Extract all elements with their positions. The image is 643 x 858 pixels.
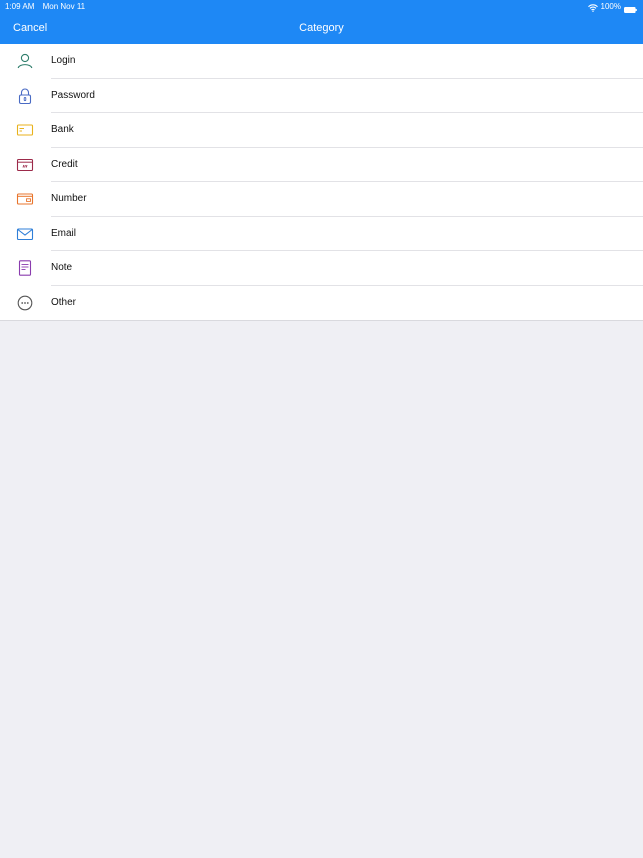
lock-icon	[16, 87, 34, 105]
battery-percent: 100%	[600, 2, 621, 11]
header: 1:09 AM Mon Nov 11 100% Cancel Category	[0, 0, 643, 44]
category-label: Other	[51, 296, 77, 308]
note-icon	[16, 259, 34, 277]
category-row-number[interactable]: Number	[0, 182, 643, 217]
status-date: Mon Nov 11	[42, 2, 86, 11]
bank-card-icon	[16, 121, 34, 139]
credit-card-icon	[16, 156, 34, 174]
status-right: 100%	[587, 0, 637, 13]
category-row-login[interactable]: Login	[0, 44, 643, 79]
person-icon	[16, 52, 34, 70]
category-label: Password	[51, 89, 95, 101]
wifi-icon	[587, 3, 598, 12]
category-label: Email	[51, 227, 77, 239]
category-row-password[interactable]: Password	[0, 79, 643, 113]
wallet-icon	[16, 190, 34, 208]
category-row-email[interactable]: Email	[0, 217, 643, 251]
category-row-bank[interactable]: Bank	[0, 113, 643, 148]
status-time: 1:09 AM	[5, 2, 35, 11]
category-row-other[interactable]: Other	[0, 286, 643, 321]
category-label: Credit	[51, 158, 78, 170]
category-label: Bank	[51, 124, 74, 135]
status-left: 1:09 AM Mon Nov 11	[5, 0, 85, 13]
nav-bar: Cancel Category	[0, 13, 643, 44]
status-bar: 1:09 AM Mon Nov 11 100%	[0, 0, 643, 13]
page-title: Category	[299, 22, 344, 34]
category-label: Login	[51, 55, 76, 66]
category-row-credit[interactable]: Credit	[0, 148, 643, 182]
battery-icon	[624, 4, 637, 13]
category-label: Number	[51, 193, 87, 204]
category-list: Login Password Bank Credit Number Email …	[0, 44, 643, 321]
envelope-icon	[16, 225, 34, 243]
category-row-note[interactable]: Note	[0, 251, 643, 286]
category-label: Note	[51, 262, 73, 273]
ellipsis-circle-icon	[16, 294, 34, 312]
